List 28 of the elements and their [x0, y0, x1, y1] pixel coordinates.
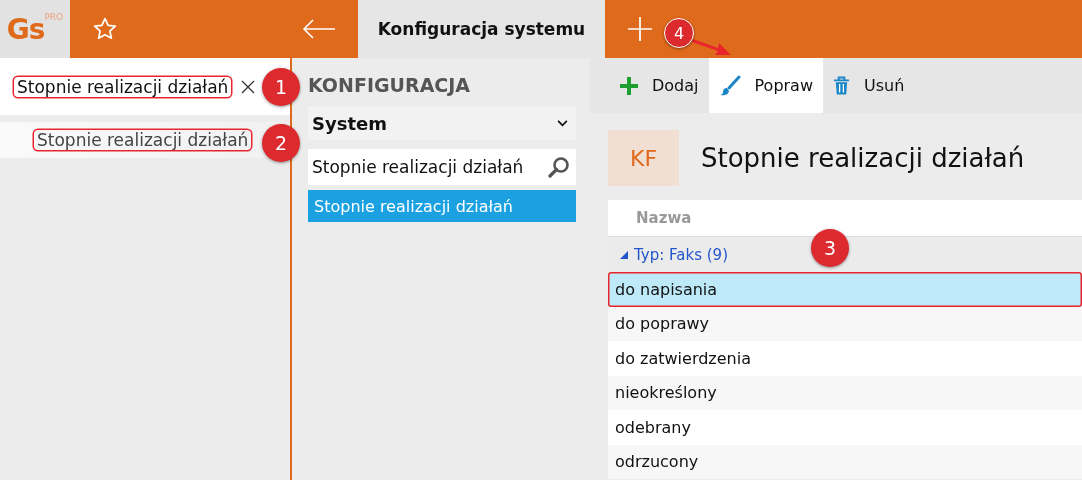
- module-badge: KF: [608, 130, 679, 186]
- plus-icon: [620, 76, 638, 95]
- logo: Gs$^{PRO}$: [0, 0, 70, 58]
- chevron-icon: [557, 119, 568, 127]
- brush-icon: [718, 74, 741, 97]
- close-icon[interactable]: [241, 79, 256, 94]
- tab-label: Stopnie realizacji działań: [34, 130, 252, 150]
- back-arrow-icon[interactable]: [302, 19, 336, 39]
- section-heading: KONFIGURACJA: [308, 74, 472, 96]
- table-row[interactable]: odrzucony: [608, 444, 1082, 479]
- table-row[interactable]: do napisania: [608, 272, 1082, 307]
- page-title: Stopnie realizacji działań: [701, 143, 1025, 173]
- star-icon[interactable]: [92, 16, 118, 42]
- module-tab[interactable]: Konfiguracja systemu: [358, 0, 605, 58]
- callout-marker: 2: [262, 124, 300, 162]
- search-field[interactable]: Stopnie realizacji działań: [308, 149, 576, 185]
- add-button[interactable]: Dodaj: [610, 58, 709, 113]
- edit-button[interactable]: Popraw: [708, 58, 823, 113]
- category-dropdown[interactable]: System: [308, 106, 576, 140]
- expand-icon: [620, 250, 628, 259]
- trash-icon: [833, 75, 850, 96]
- search-icon[interactable]: [548, 156, 570, 178]
- table-row[interactable]: do poprawy: [608, 306, 1082, 341]
- tab-label: Stopnie realizacji działań: [14, 76, 232, 97]
- pointer-arrow: [692, 36, 732, 56]
- delete-button[interactable]: Usuń: [823, 58, 915, 113]
- table-row[interactable]: nieokreślony: [608, 375, 1082, 410]
- plus-icon[interactable]: [627, 16, 653, 42]
